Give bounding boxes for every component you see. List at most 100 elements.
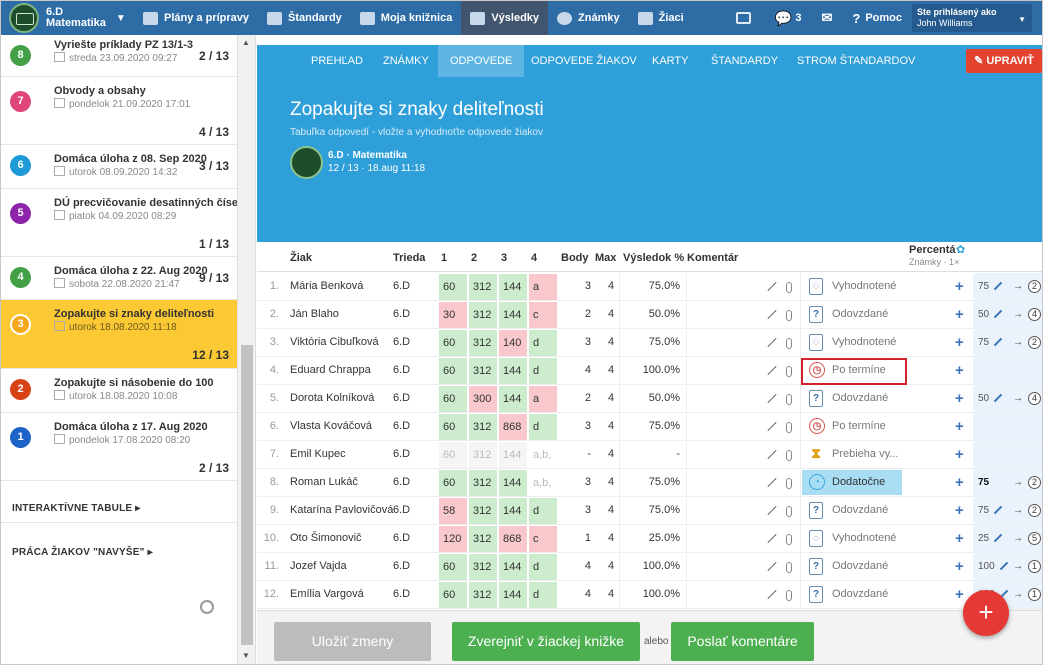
comment-cell[interactable]: [683, 273, 801, 300]
edit-icon[interactable]: [993, 506, 1003, 515]
answer-cell[interactable]: 312: [469, 498, 497, 524]
comment-cell[interactable]: [683, 357, 801, 384]
answer-cell[interactable]: a: [529, 274, 557, 300]
answer-cell[interactable]: c: [529, 526, 557, 552]
student-name[interactable]: Oto Šimonovič: [290, 525, 362, 552]
answer-cell[interactable]: 312: [469, 330, 497, 356]
user-menu[interactable]: Ste prihlásený ako John Williams ▼: [912, 4, 1032, 32]
tab-2[interactable]: ODPOVEDE: [438, 45, 525, 77]
answer-cell[interactable]: 312: [469, 358, 497, 384]
answer-cell[interactable]: 30: [439, 302, 467, 328]
edit-icon[interactable]: [993, 534, 1003, 543]
answer-cell[interactable]: a,b,: [529, 442, 557, 468]
answer-cell[interactable]: 868: [499, 414, 527, 440]
answer-cell[interactable]: d: [529, 358, 557, 384]
pencil-icon[interactable]: [767, 561, 777, 572]
settings-gear-icon[interactable]: ✿: [956, 243, 965, 256]
comment-cell[interactable]: [683, 441, 801, 468]
submission-status[interactable]: ? Odovzdané: [802, 554, 902, 579]
cast-button[interactable]: [726, 12, 765, 24]
percent-grade-cell[interactable]: 75 → 2: [973, 329, 1042, 356]
assignment-item[interactable]: 3 Zopakujte si znaky deliteľnosti utorok 1…: [1, 300, 237, 369]
answer-cell[interactable]: 312: [469, 470, 497, 496]
add-grade-button[interactable]: +: [955, 441, 965, 468]
pencil-icon[interactable]: [767, 421, 777, 432]
scroll-up-icon[interactable]: ▲: [242, 38, 250, 47]
answer-cell[interactable]: 312: [469, 302, 497, 328]
pencil-icon[interactable]: [767, 393, 777, 404]
assignment-item[interactable]: 2 Zopakujte si násobenie do 100 utorok 18.…: [1, 369, 237, 413]
answer-cell[interactable]: 60: [439, 386, 467, 412]
tab-1[interactable]: ZNÁMKY: [371, 45, 441, 77]
comment-cell[interactable]: [683, 525, 801, 552]
answer-cell[interactable]: 312: [469, 582, 497, 608]
student-name[interactable]: Emília Vargová: [290, 581, 364, 608]
answer-cell[interactable]: 312: [469, 554, 497, 580]
answer-cell[interactable]: 144: [499, 498, 527, 524]
attachment-icon[interactable]: [786, 506, 792, 517]
answer-cell[interactable]: 60: [439, 414, 467, 440]
submission-status[interactable]: ◌ Vyhodnotené: [802, 330, 902, 355]
assignment-item[interactable]: 7 Obvody a obsahy pondelok 21.09.2020 17:0…: [1, 77, 237, 145]
submission-status[interactable]: ? Odovzdané: [802, 582, 902, 607]
answer-cell[interactable]: 60: [439, 330, 467, 356]
mail-button[interactable]: ✉: [811, 10, 842, 26]
percent-grade-cell[interactable]: 75 → 2: [973, 469, 1042, 496]
comment-cell[interactable]: [683, 413, 801, 440]
pencil-icon[interactable]: [767, 589, 777, 600]
pencil-icon[interactable]: [767, 365, 777, 376]
nav-item-5[interactable]: Žiaci: [629, 1, 693, 35]
comment-cell[interactable]: [683, 553, 801, 580]
add-grade-button[interactable]: +: [955, 525, 965, 552]
answer-cell[interactable]: 312: [469, 526, 497, 552]
class-selector[interactable]: 6.D Matematika ▼: [1, 1, 134, 35]
percent-grade-cell[interactable]: 50 → 4: [973, 385, 1042, 412]
answer-cell[interactable]: c: [529, 302, 557, 328]
pencil-icon[interactable]: [767, 337, 777, 348]
answer-cell[interactable]: 144: [499, 358, 527, 384]
answer-cell[interactable]: 144: [499, 554, 527, 580]
answer-cell[interactable]: 144: [499, 470, 527, 496]
student-name[interactable]: Eduard Chrappa: [290, 357, 371, 384]
col-student[interactable]: Žiak: [290, 252, 312, 264]
send-comments-button[interactable]: Poslať komentáre: [671, 622, 814, 661]
pencil-icon[interactable]: [767, 309, 777, 320]
add-grade-button[interactable]: +: [955, 329, 965, 356]
add-grade-button[interactable]: +: [955, 301, 965, 328]
answer-cell[interactable]: 60: [439, 470, 467, 496]
nav-item-1[interactable]: Štandardy: [258, 1, 351, 35]
add-grade-button[interactable]: +: [955, 469, 965, 496]
edit-icon[interactable]: [999, 562, 1008, 571]
history-icon[interactable]: [200, 600, 214, 614]
attachment-icon[interactable]: [786, 394, 792, 405]
scroll-down-icon[interactable]: ▼: [242, 651, 250, 660]
assignment-item[interactable]: 4 Domáca úloha z 22. Aug 2020 sobota 22.08…: [1, 257, 237, 300]
student-name[interactable]: Dorota Kolníková: [290, 385, 374, 412]
comment-cell[interactable]: [683, 469, 801, 496]
add-grade-button[interactable]: +: [955, 385, 965, 412]
edit-icon[interactable]: [993, 338, 1003, 347]
add-grade-button[interactable]: +: [955, 553, 965, 580]
attachment-icon[interactable]: [786, 562, 792, 573]
percent-grade-cell[interactable]: 100 → 1: [973, 553, 1042, 580]
answer-cell[interactable]: d: [529, 582, 557, 608]
percent-grade-cell[interactable]: [973, 357, 1042, 384]
assignment-item[interactable]: 1 Domáca úloha z 17. Aug 2020 pondelok 17.…: [1, 413, 237, 481]
help-button[interactable]: ? Pomoc: [842, 11, 912, 26]
attachment-icon[interactable]: [786, 282, 792, 293]
answer-cell[interactable]: a,b,: [529, 470, 557, 496]
extra-work-section[interactable]: PRÁCA ŽIAKOV "NAVYŠE" ▸: [12, 547, 153, 558]
attachment-icon[interactable]: [786, 338, 792, 349]
percent-grade-cell[interactable]: 75 → 2: [973, 497, 1042, 524]
answer-cell[interactable]: 60: [439, 358, 467, 384]
comment-cell[interactable]: [683, 301, 801, 328]
answer-cell[interactable]: 144: [499, 302, 527, 328]
nav-item-0[interactable]: Plány a prípravy: [134, 1, 258, 35]
answer-cell[interactable]: 312: [469, 274, 497, 300]
attachment-icon[interactable]: [786, 366, 792, 377]
answer-cell[interactable]: 300: [469, 386, 497, 412]
nav-item-3[interactable]: Výsledky: [461, 1, 549, 35]
comment-cell[interactable]: [683, 329, 801, 356]
nav-item-2[interactable]: Moja knižnica: [351, 1, 462, 35]
answer-cell[interactable]: 60: [439, 274, 467, 300]
